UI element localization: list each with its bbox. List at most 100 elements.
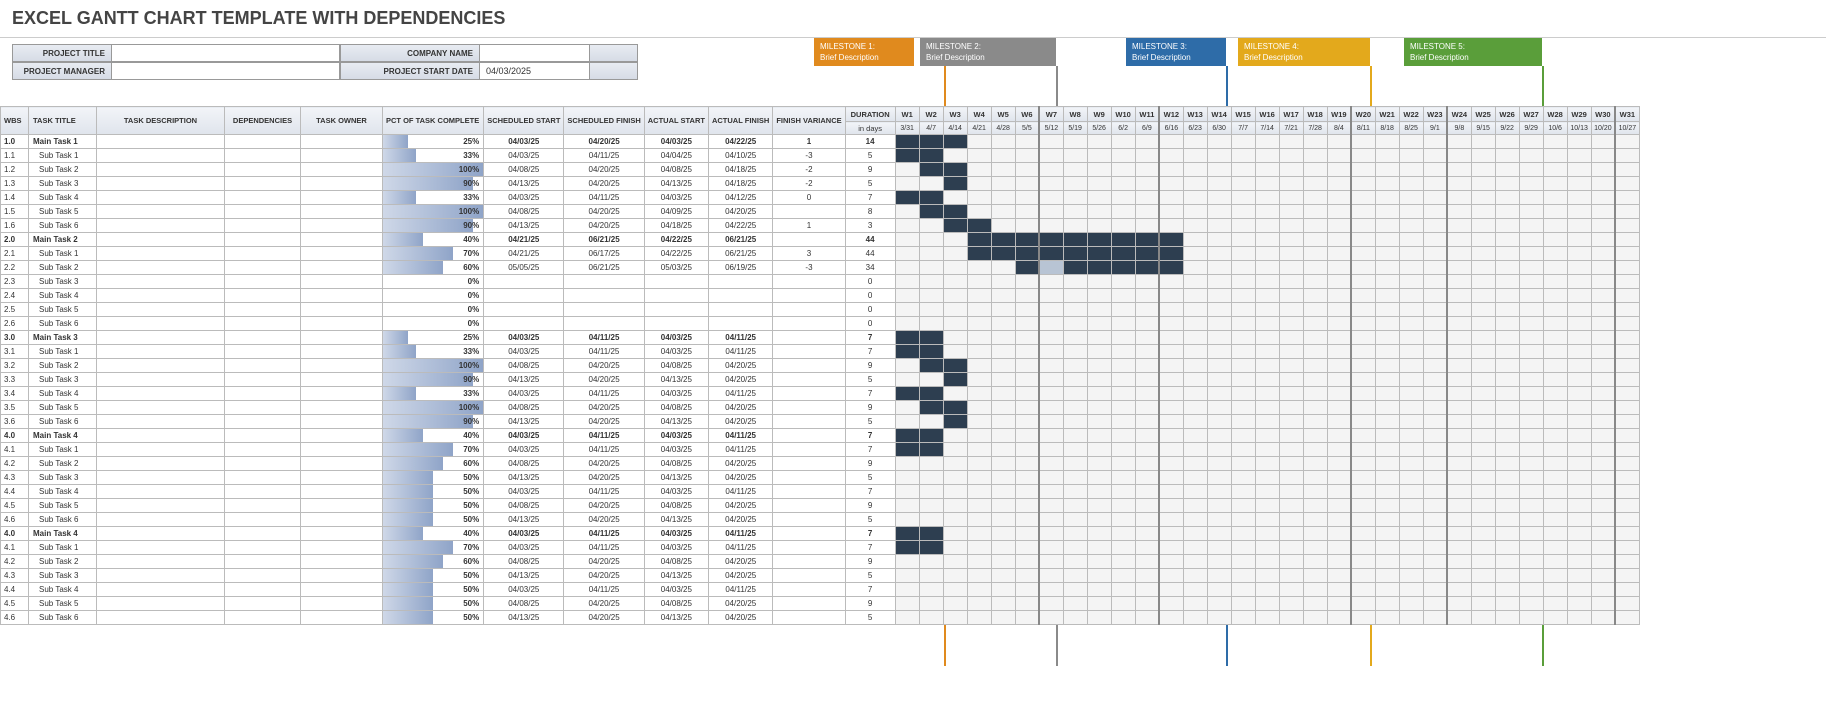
gantt-cell[interactable] bbox=[919, 387, 943, 401]
gantt-cell[interactable] bbox=[1591, 555, 1615, 569]
cell[interactable] bbox=[225, 485, 301, 499]
gantt-cell[interactable] bbox=[1015, 387, 1039, 401]
gantt-cell[interactable] bbox=[1471, 247, 1495, 261]
cell[interactable] bbox=[301, 205, 383, 219]
table-row[interactable]: 4.2Sub Task 260%04/08/2504/20/2504/08/25… bbox=[1, 457, 1640, 471]
gantt-cell[interactable] bbox=[895, 373, 919, 387]
gantt-cell[interactable] bbox=[1591, 485, 1615, 499]
cell[interactable] bbox=[564, 275, 644, 289]
cell[interactable]: 40% bbox=[383, 233, 484, 247]
cell[interactable]: 04/20/25 bbox=[708, 373, 772, 387]
gantt-cell[interactable] bbox=[1231, 555, 1255, 569]
gantt-cell[interactable] bbox=[1183, 583, 1207, 597]
gantt-cell[interactable] bbox=[991, 331, 1015, 345]
gantt-cell[interactable] bbox=[895, 555, 919, 569]
cell[interactable]: 04/08/25 bbox=[484, 401, 564, 415]
gantt-cell[interactable] bbox=[895, 163, 919, 177]
gantt-cell[interactable] bbox=[1231, 261, 1255, 275]
gantt-cell[interactable] bbox=[1567, 219, 1591, 233]
gantt-cell[interactable] bbox=[1447, 555, 1471, 569]
gantt-cell[interactable] bbox=[1279, 163, 1303, 177]
gantt-cell[interactable] bbox=[967, 429, 991, 443]
gantt-cell[interactable] bbox=[1231, 443, 1255, 457]
cell[interactable] bbox=[97, 611, 225, 625]
cell[interactable]: 04/22/25 bbox=[708, 135, 772, 149]
gantt-cell[interactable] bbox=[1447, 205, 1471, 219]
gantt-cell[interactable] bbox=[1423, 471, 1447, 485]
cell[interactable]: Sub Task 3 bbox=[29, 569, 97, 583]
gantt-cell[interactable] bbox=[1519, 289, 1543, 303]
cell[interactable]: 04/08/25 bbox=[484, 457, 564, 471]
gantt-cell[interactable] bbox=[1615, 261, 1639, 275]
cell[interactable]: Sub Task 2 bbox=[29, 261, 97, 275]
cell[interactable]: 2.2 bbox=[1, 261, 29, 275]
gantt-cell[interactable] bbox=[1567, 205, 1591, 219]
cell[interactable]: 100% bbox=[383, 163, 484, 177]
gantt-cell[interactable] bbox=[1543, 135, 1567, 149]
cell[interactable]: 04/20/25 bbox=[708, 359, 772, 373]
cell[interactable]: 5 bbox=[845, 471, 895, 485]
gantt-cell[interactable] bbox=[1207, 275, 1231, 289]
gantt-cell[interactable] bbox=[1519, 205, 1543, 219]
gantt-cell[interactable] bbox=[1495, 275, 1519, 289]
gantt-cell[interactable] bbox=[1375, 527, 1399, 541]
gantt-cell[interactable] bbox=[1447, 541, 1471, 555]
gantt-cell[interactable] bbox=[991, 373, 1015, 387]
cell[interactable]: 04/20/25 bbox=[564, 359, 644, 373]
gantt-cell[interactable] bbox=[991, 261, 1015, 275]
gantt-cell[interactable] bbox=[1183, 401, 1207, 415]
cell[interactable] bbox=[301, 555, 383, 569]
gantt-cell[interactable] bbox=[1039, 373, 1063, 387]
gantt-cell[interactable] bbox=[919, 471, 943, 485]
gantt-cell[interactable] bbox=[1087, 443, 1111, 457]
gantt-cell[interactable] bbox=[1039, 569, 1063, 583]
gantt-cell[interactable] bbox=[1519, 177, 1543, 191]
cell[interactable] bbox=[301, 359, 383, 373]
cell[interactable]: 2.5 bbox=[1, 303, 29, 317]
cell[interactable] bbox=[225, 555, 301, 569]
gantt-cell[interactable] bbox=[1471, 443, 1495, 457]
gantt-cell[interactable] bbox=[1327, 583, 1351, 597]
gantt-cell[interactable] bbox=[1615, 289, 1639, 303]
cell[interactable]: 25% bbox=[383, 331, 484, 345]
cell[interactable] bbox=[773, 429, 845, 443]
cell[interactable] bbox=[773, 345, 845, 359]
gantt-cell[interactable] bbox=[1375, 583, 1399, 597]
table-row[interactable]: 1.1Sub Task 133%04/03/2504/11/2504/04/25… bbox=[1, 149, 1640, 163]
gantt-cell[interactable] bbox=[919, 583, 943, 597]
gantt-cell[interactable] bbox=[1303, 387, 1327, 401]
cell[interactable]: 40% bbox=[383, 527, 484, 541]
gantt-cell[interactable] bbox=[1063, 373, 1087, 387]
gantt-cell[interactable] bbox=[1615, 401, 1639, 415]
gantt-cell[interactable] bbox=[1543, 387, 1567, 401]
gantt-cell[interactable] bbox=[1543, 233, 1567, 247]
gantt-cell[interactable] bbox=[1111, 345, 1135, 359]
gantt-cell[interactable] bbox=[991, 457, 1015, 471]
gantt-cell[interactable] bbox=[1543, 359, 1567, 373]
gantt-cell[interactable] bbox=[1063, 261, 1087, 275]
gantt-cell[interactable] bbox=[1519, 163, 1543, 177]
gantt-cell[interactable] bbox=[1327, 289, 1351, 303]
gantt-cell[interactable] bbox=[1615, 429, 1639, 443]
gantt-cell[interactable] bbox=[1183, 149, 1207, 163]
gantt-cell[interactable] bbox=[895, 275, 919, 289]
gantt-cell[interactable] bbox=[1543, 163, 1567, 177]
gantt-cell[interactable] bbox=[1471, 485, 1495, 499]
gantt-cell[interactable] bbox=[1255, 261, 1279, 275]
gantt-cell[interactable] bbox=[895, 359, 919, 373]
gantt-cell[interactable] bbox=[1447, 597, 1471, 611]
gantt-cell[interactable] bbox=[1207, 485, 1231, 499]
gantt-cell[interactable] bbox=[943, 597, 967, 611]
gantt-cell[interactable] bbox=[1303, 555, 1327, 569]
gantt-cell[interactable] bbox=[1399, 597, 1423, 611]
cell[interactable]: 04/08/25 bbox=[484, 359, 564, 373]
gantt-cell[interactable] bbox=[1423, 317, 1447, 331]
gantt-cell[interactable] bbox=[1063, 233, 1087, 247]
gantt-cell[interactable] bbox=[943, 331, 967, 345]
cell[interactable]: 50% bbox=[383, 485, 484, 499]
gantt-cell[interactable] bbox=[1447, 373, 1471, 387]
gantt-cell[interactable] bbox=[1399, 569, 1423, 583]
gantt-cell[interactable] bbox=[943, 205, 967, 219]
gantt-cell[interactable] bbox=[1375, 513, 1399, 527]
cell[interactable] bbox=[225, 569, 301, 583]
